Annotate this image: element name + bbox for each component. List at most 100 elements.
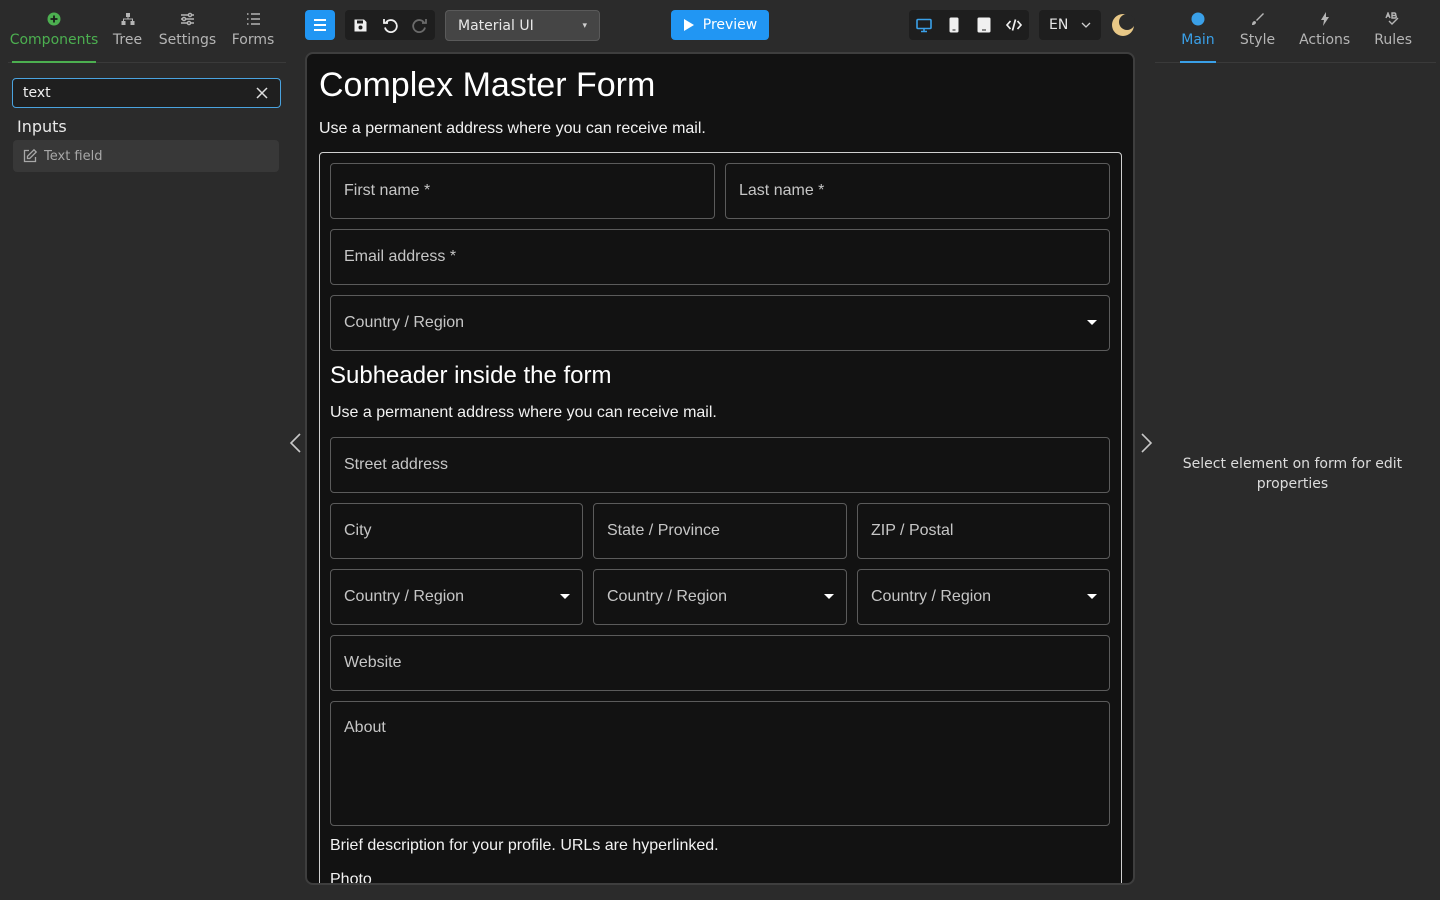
first-name-field[interactable]: First name *: [330, 163, 715, 219]
field-label: Country / Region: [344, 314, 465, 331]
country-region-select-2[interactable]: Country / Region: [593, 569, 847, 625]
street-address-field[interactable]: Street address: [330, 437, 1110, 493]
device-tablet-button[interactable]: [969, 10, 999, 40]
component-label: Text field: [44, 148, 103, 164]
component-text-field[interactable]: Text field: [13, 140, 279, 172]
preview-label: Preview: [702, 17, 758, 33]
ui-theme-select[interactable]: Material UI ▾: [445, 10, 600, 41]
menu-button[interactable]: [305, 10, 335, 40]
right-tabs: Main Style Actions Rules: [1155, 0, 1436, 63]
chevron-down-icon: [1081, 22, 1091, 28]
tablet-icon: [977, 17, 991, 33]
redo-icon: [412, 19, 427, 33]
language-select[interactable]: EN: [1039, 10, 1101, 40]
field-label: City: [344, 522, 372, 539]
tab-actions[interactable]: Actions: [1299, 0, 1350, 62]
about-textarea[interactable]: About: [330, 701, 1110, 826]
country-region-select[interactable]: Country / Region: [330, 295, 1110, 351]
form-title: Complex Master Form: [319, 66, 656, 104]
tab-components[interactable]: Components: [8, 0, 100, 63]
tab-forms[interactable]: Forms: [220, 0, 286, 62]
field-label: Email address *: [344, 248, 457, 265]
form-subheader-text: Use a permanent address where you can re…: [330, 404, 717, 421]
redo-button[interactable]: [405, 10, 435, 40]
properties-empty-message: Select element on form for edit properti…: [1182, 456, 1403, 492]
play-icon: [683, 19, 694, 31]
history-toolbar: [345, 10, 435, 40]
brush-icon: [1250, 12, 1265, 28]
tab-settings[interactable]: Settings: [155, 0, 220, 62]
tab-style[interactable]: Style: [1240, 0, 1275, 62]
country-region-select-3[interactable]: Country / Region: [857, 569, 1110, 625]
moon-icon: [1112, 14, 1135, 36]
search-input[interactable]: [23, 85, 254, 101]
tree-icon: [121, 12, 135, 28]
code-icon: [1006, 19, 1022, 31]
field-label: About: [344, 719, 386, 736]
form-subheader: Subheader inside the form: [330, 362, 612, 389]
tab-label: Main: [1181, 32, 1215, 48]
website-field[interactable]: Website: [330, 635, 1110, 691]
toolbar: Material UI ▾ Preview EN: [305, 10, 1135, 41]
dark-mode-toggle[interactable]: [1111, 13, 1135, 37]
form-subtitle: Use a permanent address where you can re…: [319, 120, 706, 137]
field-label: Country / Region: [607, 588, 728, 605]
field-label: Country / Region: [344, 588, 465, 605]
tab-main[interactable]: Main: [1180, 0, 1216, 63]
form-container: First name * Last name * Email address *…: [319, 152, 1122, 885]
left-tabs: Components Tree Settings Forms: [8, 0, 286, 63]
field-label: State / Province: [607, 522, 720, 539]
undo-button[interactable]: [375, 10, 405, 40]
field-label: First name *: [344, 182, 431, 199]
tab-label: Style: [1239, 32, 1276, 48]
tab-label: Forms: [231, 32, 275, 48]
state-province-field[interactable]: State / Province: [593, 503, 847, 559]
save-button[interactable]: [345, 10, 375, 40]
dot-icon: [1191, 12, 1205, 28]
list-icon: [246, 12, 261, 28]
device-toolbar: [909, 10, 1029, 40]
preview-button[interactable]: Preview: [671, 10, 769, 40]
city-field[interactable]: City: [330, 503, 583, 559]
edit-icon: [23, 148, 38, 163]
mobile-icon: [949, 17, 959, 33]
device-desktop-button[interactable]: [909, 10, 939, 40]
field-label: Website: [344, 654, 402, 671]
device-mobile-button[interactable]: [939, 10, 969, 40]
tab-tree[interactable]: Tree: [100, 0, 155, 62]
plus-circle-icon: [47, 12, 61, 28]
field-label: Street address: [344, 456, 449, 473]
field-label: Country / Region: [871, 588, 992, 605]
chevron-right-icon: [1141, 433, 1153, 453]
about-help-text: Brief description for your profile. URLs…: [330, 837, 719, 854]
country-region-select-1[interactable]: Country / Region: [330, 569, 583, 625]
form-canvas: Complex Master Form Use a permanent addr…: [305, 52, 1135, 885]
desktop-icon: [916, 18, 932, 32]
component-search: [12, 78, 281, 108]
dropdown-arrow-icon: [1087, 320, 1097, 325]
dropdown-arrow-icon: [560, 594, 570, 599]
language-value: EN: [1049, 17, 1069, 33]
dropdown-arrow-icon: [1087, 594, 1097, 599]
tab-rules[interactable]: Rules: [1374, 0, 1412, 62]
tab-label: Actions: [1299, 32, 1351, 48]
field-label: Last name *: [739, 182, 825, 199]
tab-label: Rules: [1374, 32, 1412, 48]
collapse-left-button[interactable]: [288, 432, 304, 454]
ui-theme-value: Material UI: [458, 17, 534, 34]
undo-icon: [383, 19, 398, 33]
rules-icon: [1385, 11, 1401, 28]
component-group-title: Inputs: [17, 117, 67, 136]
zip-postal-field[interactable]: ZIP / Postal: [857, 503, 1110, 559]
photo-label: Photo: [330, 871, 372, 885]
field-label: ZIP / Postal: [871, 522, 954, 539]
tab-label: Settings: [158, 32, 217, 48]
hamburger-icon: [314, 19, 326, 31]
email-field[interactable]: Email address *: [330, 229, 1110, 285]
last-name-field[interactable]: Last name *: [725, 163, 1110, 219]
sliders-icon: [180, 12, 195, 28]
tab-label: Components: [9, 32, 99, 48]
close-icon[interactable]: [254, 85, 270, 101]
collapse-right-button[interactable]: [1138, 432, 1154, 454]
code-view-button[interactable]: [999, 10, 1029, 40]
